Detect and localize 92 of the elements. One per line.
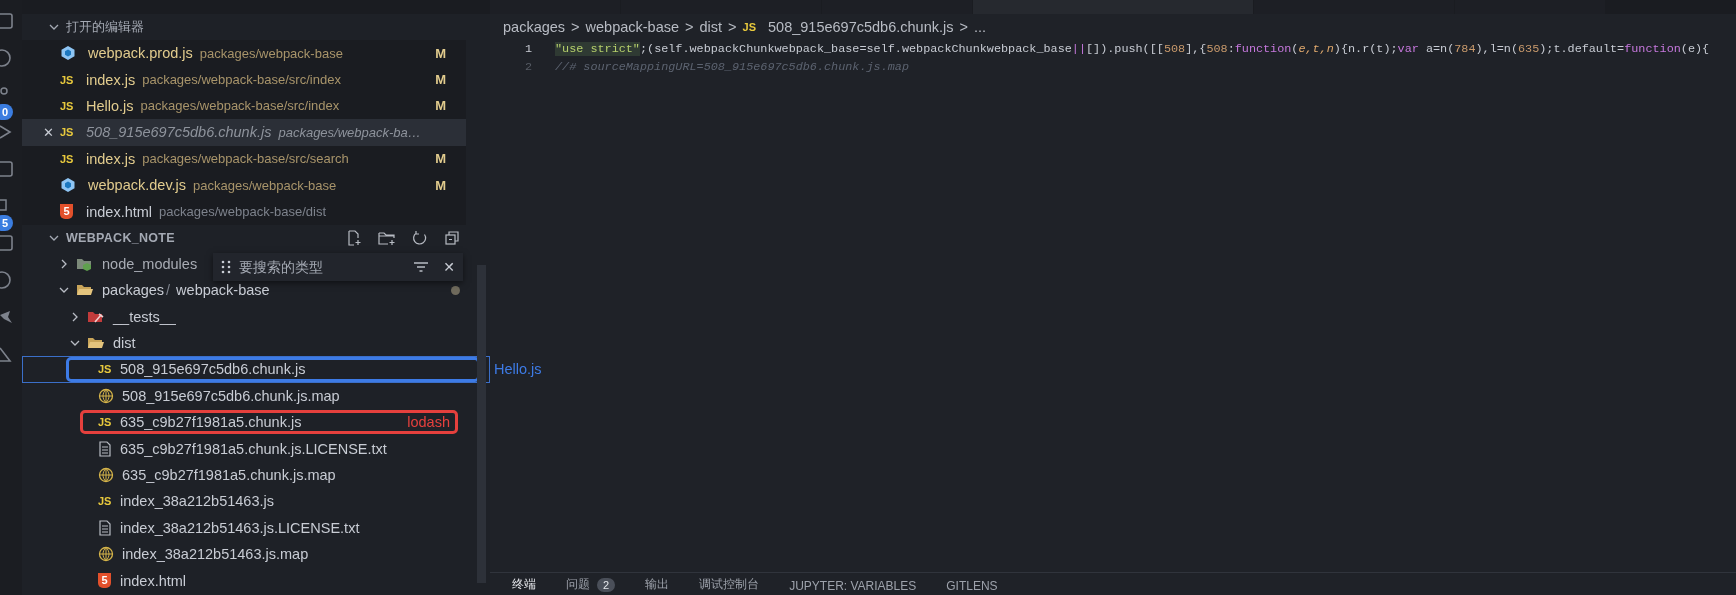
file-name: index_38a212b51463.js.map xyxy=(122,546,309,563)
tree-item[interactable]: index_38a212b51463.js.map xyxy=(22,541,490,568)
file-name: index_38a212b51463.js.LICENSE.txt xyxy=(120,519,360,536)
file-name: __tests__ xyxy=(113,308,176,325)
refresh-icon[interactable] xyxy=(412,229,428,246)
close-icon[interactable]: ✕ xyxy=(443,258,455,275)
tree-item[interactable]: 508_915e697c5db6.chunk.js.map xyxy=(22,382,490,410)
filter-icon[interactable] xyxy=(413,259,430,274)
open-editor-item[interactable]: JS Hello.js packages/webpack-base/src/index M xyxy=(22,92,466,120)
tree-item[interactable]: dist xyxy=(22,329,490,357)
open-editor-item[interactable]: ✕ JS 508_915e697c5db6.chunk.js packages/webpack-ba… xyxy=(22,119,466,146)
js-file-icon: JS xyxy=(60,99,78,112)
open-editor-item[interactable]: webpack.dev.js packages/webpack-base M xyxy=(22,171,466,199)
breadcrumb-separator: > xyxy=(728,19,737,35)
panel-tab[interactable]: 输出 xyxy=(645,576,670,595)
globe-icon xyxy=(98,467,114,484)
js-file-icon: JS xyxy=(60,126,78,139)
html-file-icon: 5 xyxy=(98,573,111,589)
breadcrumb-item[interactable]: ... xyxy=(973,19,987,35)
file-name: 635_c9b27f1981a5.chunk.js.map xyxy=(122,467,336,484)
file-name: 635_c9b27f1981a5.chunk.js xyxy=(120,414,302,431)
line-number: 2 xyxy=(523,60,532,74)
scrollbar[interactable] xyxy=(477,264,486,583)
code-line: //# sourceMappingURL=508_915e697c5db6.chunk.js.map xyxy=(555,60,909,74)
breadcrumb-item[interactable]: 508_915e697c5db6.chunk.js xyxy=(768,19,954,35)
panel-tab[interactable]: GITLENS xyxy=(946,579,998,595)
breadcrumb-item[interactable]: dist xyxy=(699,19,723,35)
drag-handle-icon[interactable] xyxy=(221,259,231,274)
collapse-icon[interactable] xyxy=(444,229,460,246)
file-name: node_modules xyxy=(102,255,198,272)
breadcrumb-separator: > xyxy=(571,19,580,35)
js-file-icon: JS xyxy=(98,495,116,508)
globe-icon xyxy=(98,546,114,563)
modified-status: M xyxy=(435,177,446,193)
file-name: index.html xyxy=(120,572,187,589)
file-name: webpack-base xyxy=(176,282,270,299)
modified-status: M xyxy=(435,98,446,114)
js-file-icon: JS xyxy=(60,152,78,165)
file-name: 635_c9b27f1981a5.chunk.js.LICENSE.txt xyxy=(120,440,387,457)
js-file-icon: JS xyxy=(742,21,757,33)
count-badge: 5 xyxy=(0,215,14,231)
file-name: index_38a212b51463.js xyxy=(120,493,274,510)
annotation-label: lodash xyxy=(407,414,450,431)
line-number: 1 xyxy=(523,42,532,56)
js-file-icon: JS xyxy=(98,416,116,429)
open-editor-item[interactable]: webpack.prod.js packages/webpack-base M xyxy=(22,40,466,67)
modified-status: M xyxy=(435,45,446,61)
tree-item[interactable]: JS index_38a212b51463.js xyxy=(22,488,490,515)
section-header[interactable]: WEBPACK_NOTE xyxy=(22,224,490,251)
tree-item[interactable]: index_38a212b51463.js.LICENSE.txt xyxy=(22,514,490,542)
close-icon[interactable]: ✕ xyxy=(43,124,54,140)
new-file-icon[interactable] xyxy=(346,229,362,246)
modified-status: M xyxy=(435,72,446,88)
cube-icon xyxy=(60,177,76,194)
breadcrumb-item[interactable]: webpack-base xyxy=(585,19,680,35)
panel-tab[interactable]: 调试控制台 xyxy=(699,576,760,595)
tree-item[interactable]: 635_c9b27f1981a5.chunk.js.map xyxy=(22,461,490,489)
new-folder-icon[interactable] xyxy=(378,229,396,246)
document-icon xyxy=(98,440,112,457)
open-editor-item[interactable]: JS index.js packages/webpack-base/src/search M xyxy=(22,145,466,172)
panel-tab[interactable]: JUPYTER: VARIABLES xyxy=(789,579,917,595)
cube-icon xyxy=(60,45,76,62)
panel-tab[interactable]: 问题 2 xyxy=(566,576,616,595)
annotation-label: Hello.js xyxy=(494,361,542,378)
js-file-icon: JS xyxy=(98,363,116,376)
section-title: WEBPACK_NOTE xyxy=(66,230,175,245)
breadcrumb-separator: > xyxy=(685,19,694,35)
section-title: 打开的编辑器 xyxy=(66,18,144,36)
html-file-icon: 5 xyxy=(60,204,73,220)
file-name: packages xyxy=(102,282,165,299)
section-header[interactable]: 打开的编辑器 xyxy=(22,14,490,40)
document-icon xyxy=(98,519,112,536)
globe-icon xyxy=(98,387,114,404)
open-editor-item[interactable]: 5 index.html packages/webpack-base/dist xyxy=(22,198,466,225)
file-name: 508_915e697c5db6.chunk.js xyxy=(120,361,306,378)
path-separator: / xyxy=(166,282,171,299)
count-badge: 0 xyxy=(0,104,14,120)
tree-item[interactable]: 635_c9b27f1981a5.chunk.js.LICENSE.txt xyxy=(22,435,490,462)
run-icon[interactable] xyxy=(0,124,12,140)
breadcrumb-item[interactable]: packages xyxy=(503,19,566,35)
breadcrumb-separator: > xyxy=(959,19,968,35)
tree-item[interactable]: 5 index.html xyxy=(22,567,490,594)
code-line: "use strict";(self.webpackChunkwebpack_base=self.webpackChunkwebpack_base||[]).push([[508],{508:function(e,t,n){n.r(t);var a=n(784),l=n(635);t.default=function(e){ xyxy=(555,42,1710,56)
modified-status: M xyxy=(435,151,446,167)
panel-tab[interactable]: 终端 xyxy=(512,576,536,595)
js-file-icon: JS xyxy=(60,73,78,86)
file-name: dist xyxy=(113,335,136,352)
open-editor-item[interactable]: JS index.js packages/webpack-base/src/index M xyxy=(22,66,466,93)
find-dialog[interactable]: 要搜索的类型 ✕ xyxy=(213,252,463,281)
file-name: 508_915e697c5db6.chunk.js.map xyxy=(122,387,340,404)
tree-item[interactable]: __tests__ xyxy=(22,303,490,330)
tree-item[interactable]: JS 635_c9b27f1981a5.chunk.js lodash xyxy=(22,409,490,436)
